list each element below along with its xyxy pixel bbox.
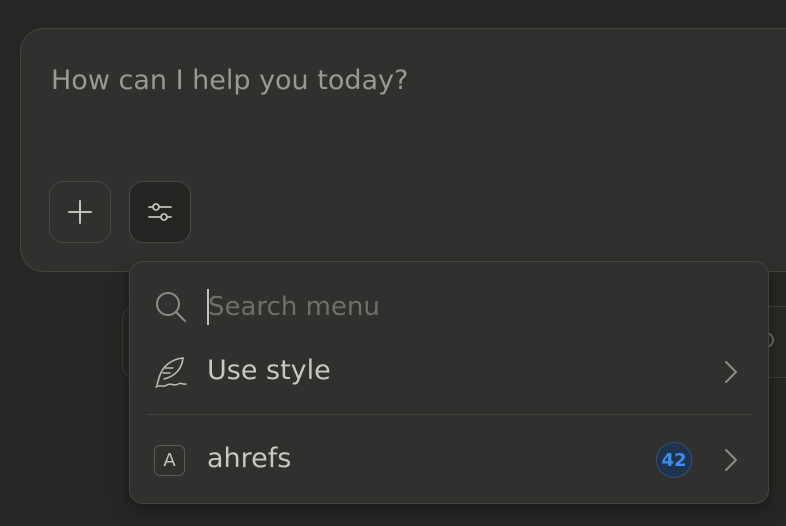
feather-icon (155, 357, 187, 388)
menu-divider (146, 414, 752, 415)
menu-item-use-style[interactable]: Use style (130, 340, 768, 404)
chevron-right-icon (725, 449, 737, 471)
tools-button[interactable] (129, 181, 191, 243)
plus-icon (68, 200, 92, 224)
tools-menu: Use style A ahrefs 42 (129, 261, 769, 504)
count-badge: 42 (656, 442, 692, 478)
chat-composer[interactable]: How can I help you today? (20, 28, 786, 272)
menu-item-label: Use style (207, 355, 331, 386)
menu-search-row (130, 262, 768, 352)
ahrefs-letter-icon: A (154, 445, 185, 476)
add-button[interactable] (49, 181, 111, 243)
prompt-placeholder[interactable]: How can I help you today? (51, 65, 408, 96)
app-stage: How can I help you today? Search menu Us… (0, 0, 786, 526)
menu-item-ahrefs[interactable]: A ahrefs 42 (130, 428, 768, 492)
sliders-icon (148, 203, 172, 221)
search-icon (156, 292, 186, 322)
chevron-right-icon (725, 361, 737, 383)
menu-item-label: ahrefs (207, 443, 292, 474)
menu-search-input[interactable] (208, 288, 708, 326)
